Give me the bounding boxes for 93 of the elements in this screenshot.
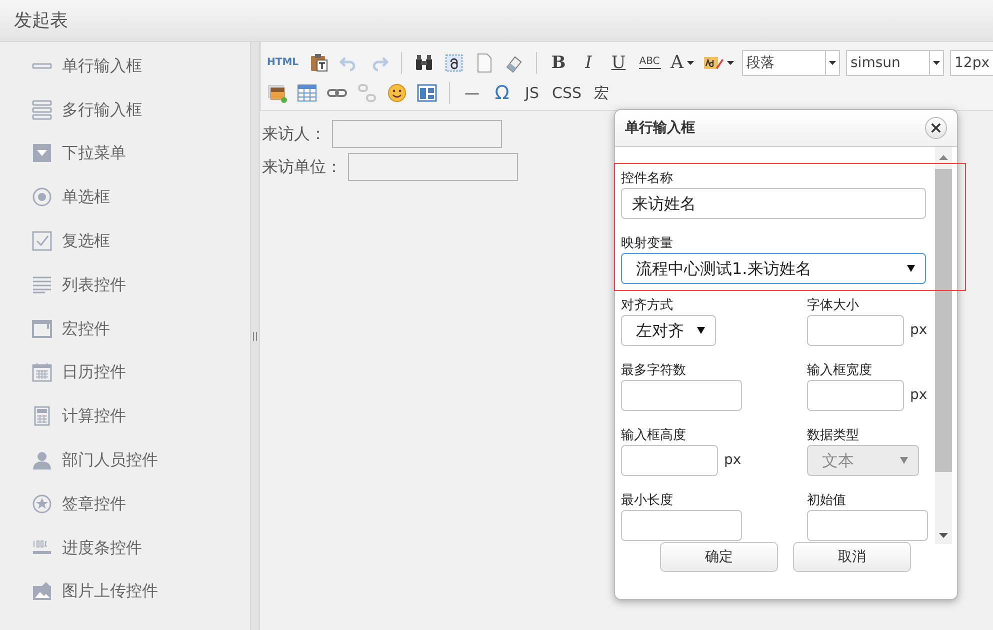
- field-label: 输入框高度: [621, 427, 687, 445]
- unit-label: px: [910, 386, 928, 405]
- sidebar-item[interactable]: 签章控件: [0, 482, 250, 526]
- select-field[interactable]: 左对齐: [621, 315, 716, 346]
- sidebar-item[interactable]: 进度条控件: [0, 526, 250, 570]
- sidebar-item[interactable]: 图片上传控件: [0, 570, 250, 614]
- progress-bar-icon: [32, 540, 52, 556]
- emoji-button[interactable]: [385, 81, 409, 105]
- font-color-button[interactable]: A: [668, 51, 696, 75]
- field-label: 最小长度: [621, 492, 674, 510]
- sidebar-item[interactable]: 多行输入框: [0, 88, 250, 132]
- input-field[interactable]: 来访姓名: [621, 188, 926, 219]
- input-field[interactable]: [807, 380, 904, 411]
- list-icon: [32, 276, 52, 294]
- toolbar-dropdown[interactable]: 段落: [742, 50, 840, 76]
- multi-line-input-icon: [32, 100, 52, 120]
- field-label: 最多字符数: [621, 362, 687, 380]
- person-icon: [32, 450, 52, 470]
- sidebar-item[interactable]: 单选框: [0, 175, 250, 220]
- field-label: 对齐方式: [621, 297, 674, 315]
- calculator-icon: [34, 406, 50, 426]
- toolbar-dropdown[interactable]: simsun: [846, 50, 944, 76]
- sidebar-item[interactable]: 复选框: [0, 219, 250, 263]
- unit-label: px: [724, 451, 742, 470]
- bold-button[interactable]: B: [546, 51, 571, 75]
- scroll-down-icon[interactable]: [939, 533, 948, 538]
- input-field[interactable]: [348, 152, 518, 180]
- sidebar-item[interactable]: 单行输入框: [0, 44, 250, 88]
- sidebar-item[interactable]: 宏控件: [0, 306, 250, 351]
- insert-style-button[interactable]: CSS: [550, 81, 584, 105]
- cancel-button[interactable]: 取消: [793, 542, 911, 572]
- input-field[interactable]: [807, 510, 928, 541]
- page-title: 发起表: [14, 9, 68, 33]
- close-button[interactable]: ×: [925, 117, 947, 139]
- calendar-icon: [32, 362, 52, 382]
- field-label: 初始值: [807, 492, 847, 510]
- caret-icon: [686, 61, 694, 65]
- select-field[interactable]: 流程中心测试1.来访姓名: [621, 253, 926, 284]
- input-field[interactable]: [332, 120, 502, 148]
- html-source-button[interactable]: HTML: [265, 51, 301, 75]
- field-label: 来访单位：: [262, 156, 342, 178]
- unit-label: px: [910, 321, 928, 340]
- clipboard-icon: [308, 53, 329, 73]
- single-line-input-icon: [32, 62, 52, 69]
- sidebar-item[interactable]: 日历控件: [0, 350, 250, 394]
- caret-icon: [907, 265, 915, 272]
- macro-button[interactable]: 宏: [590, 81, 614, 105]
- binoculars-icon: [414, 53, 434, 73]
- caret-icon: [900, 457, 908, 464]
- caret-icon: [932, 61, 940, 65]
- confirm-button[interactable]: 确定: [660, 542, 778, 572]
- field-label: 数据类型: [807, 427, 860, 445]
- caret-icon: [828, 61, 836, 65]
- field-label: 来访人：: [262, 122, 326, 144]
- input-field[interactable]: [621, 445, 718, 476]
- input-field[interactable]: [621, 380, 742, 411]
- field-label: 控件名称: [621, 170, 674, 188]
- dialog-title: 单行输入框: [625, 118, 695, 138]
- smiley-icon: [387, 83, 407, 103]
- scrollbar-thumb[interactable]: [935, 169, 952, 472]
- select-all-icon: [444, 53, 464, 73]
- input-field[interactable]: [621, 510, 742, 541]
- field-label: 字体大小: [807, 297, 860, 315]
- field-label: 输入框宽度: [807, 362, 873, 380]
- field-label: 映射变量: [621, 235, 674, 253]
- sidebar-item[interactable]: 列表控件: [0, 262, 250, 307]
- dropdown-icon: [32, 143, 52, 164]
- broken-link-icon: [357, 83, 377, 103]
- sidebar-item[interactable]: 计算控件: [0, 394, 250, 438]
- input-field[interactable]: [807, 315, 904, 346]
- italic-button[interactable]: I: [576, 51, 601, 75]
- insert-script-button[interactable]: JS: [520, 81, 544, 105]
- special-character-button[interactable]: Ω: [490, 81, 514, 105]
- splitter-grip-icon[interactable]: [253, 332, 257, 340]
- layout-icon: [417, 83, 437, 103]
- radio-button-icon: [32, 187, 52, 208]
- select-field: 文本: [807, 445, 919, 476]
- caret-icon: [697, 327, 705, 334]
- scrollbar[interactable]: [935, 147, 952, 544]
- horizontal-rule-button[interactable]: —: [460, 81, 484, 105]
- caret-icon: [726, 61, 734, 65]
- star-badge-icon: [32, 494, 52, 514]
- underline-button[interactable]: U: [606, 51, 631, 75]
- toolbar-dropdown[interactable]: 12px: [950, 50, 993, 76]
- checkbox-icon: [32, 231, 52, 252]
- image-upload-icon: [32, 581, 52, 602]
- sidebar-item[interactable]: 部门人员控件: [0, 438, 250, 482]
- sidebar-item[interactable]: 下拉菜单: [0, 132, 250, 176]
- strikethrough-button[interactable]: ABC: [636, 51, 663, 75]
- scroll-up-icon[interactable]: [939, 155, 948, 160]
- window-icon: [32, 320, 52, 338]
- table-icon: [297, 83, 317, 103]
- image-icon: [267, 83, 287, 103]
